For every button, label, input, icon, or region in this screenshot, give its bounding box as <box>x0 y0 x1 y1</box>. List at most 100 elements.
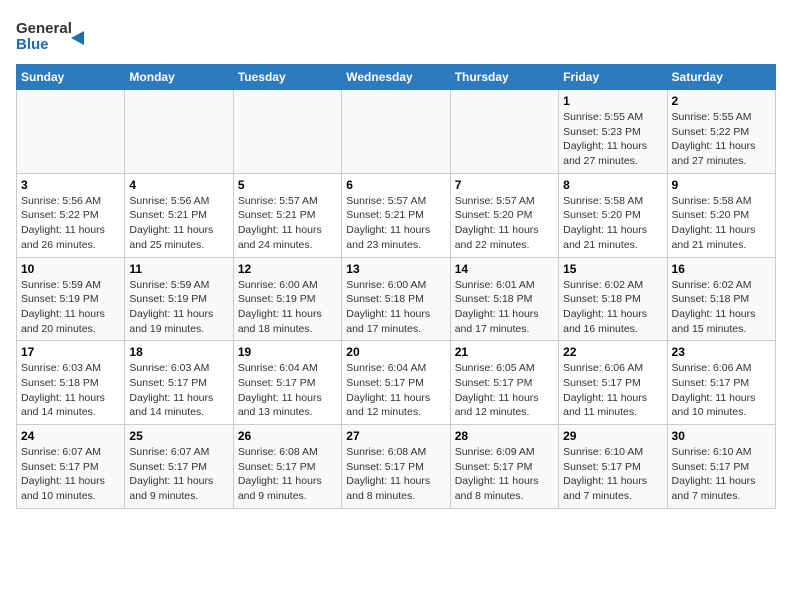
calendar-cell: 13Sunrise: 6:00 AM Sunset: 5:18 PM Dayli… <box>342 257 450 341</box>
day-info: Sunrise: 5:59 AM Sunset: 5:19 PM Dayligh… <box>129 278 228 337</box>
logo-svg: GeneralBlue <box>16 16 86 56</box>
calendar-week-row: 10 Sunrise: 5:59 AM Sunset: 5:19 PM Dayli… <box>17 257 776 341</box>
day-info: Sunrise: 6:09 AM Sunset: 5:17 PM Dayligh… <box>455 445 554 504</box>
weekday-label: Friday <box>559 65 667 90</box>
day-info: Sunrise: 6:04 AM Sunset: 5:17 PM Dayligh… <box>346 361 445 420</box>
day-info: Sunrise: 5:56 AM Sunset: 5:21 PM Dayligh… <box>129 194 228 253</box>
calendar-cell: 9 Sunrise: 5:58 AM Sunset: 5:20 PM Daylig… <box>667 173 775 257</box>
day-info: Sunrise: 6:05 AM Sunset: 5:17 PM Dayligh… <box>455 361 554 420</box>
day-info: Sunrise: 6:02 AM Sunset: 5:18 PM Dayligh… <box>563 278 662 337</box>
day-info: Sunrise: 6:07 AM Sunset: 5:17 PM Dayligh… <box>129 445 228 504</box>
day-info: Sunrise: 6:07 AM Sunset: 5:17 PM Dayligh… <box>21 445 120 504</box>
day-info: Sunrise: 6:06 AM Sunset: 5:17 PM Dayligh… <box>672 361 771 420</box>
calendar-week-row: 17Sunrise: 6:03 AM Sunset: 5:18 PM Dayli… <box>17 341 776 425</box>
calendar-cell: 28 Sunrise: 6:09 AM Sunset: 5:17 PM Dayli… <box>450 425 558 509</box>
calendar-cell: 15 Sunrise: 6:02 AM Sunset: 5:18 PM Dayli… <box>559 257 667 341</box>
day-info: Sunrise: 5:57 AM Sunset: 5:20 PM Dayligh… <box>455 194 554 253</box>
day-number: 8 <box>563 178 662 192</box>
calendar-cell <box>125 90 233 174</box>
day-number: 23 <box>672 345 771 359</box>
day-number: 22 <box>563 345 662 359</box>
calendar-cell: 20 Sunrise: 6:04 AM Sunset: 5:17 PM Dayli… <box>342 341 450 425</box>
calendar-cell: 16Sunrise: 6:02 AM Sunset: 5:18 PM Dayli… <box>667 257 775 341</box>
calendar-cell: 11 Sunrise: 5:59 AM Sunset: 5:19 PM Dayli… <box>125 257 233 341</box>
day-number: 1 <box>563 94 662 108</box>
day-info: Sunrise: 6:10 AM Sunset: 5:17 PM Dayligh… <box>672 445 771 504</box>
calendar-week-row: 3 Sunrise: 5:56 AM Sunset: 5:22 PM Daylig… <box>17 173 776 257</box>
weekday-header-row: SundayMondayTuesdayWednesdayThursdayFrid… <box>17 65 776 90</box>
day-number: 30 <box>672 429 771 443</box>
calendar-cell: 8 Sunrise: 5:58 AM Sunset: 5:20 PM Daylig… <box>559 173 667 257</box>
day-info: Sunrise: 5:59 AM Sunset: 5:19 PM Dayligh… <box>21 278 120 337</box>
day-number: 20 <box>346 345 445 359</box>
day-number: 24 <box>21 429 120 443</box>
day-number: 14 <box>455 262 554 276</box>
calendar-cell: 26 Sunrise: 6:08 AM Sunset: 5:17 PM Dayli… <box>233 425 341 509</box>
logo: GeneralBlue <box>16 16 86 56</box>
calendar-cell <box>17 90 125 174</box>
calendar-cell: 1 Sunrise: 5:55 AM Sunset: 5:23 PM Daylig… <box>559 90 667 174</box>
day-number: 12 <box>238 262 337 276</box>
day-info: Sunrise: 6:02 AM Sunset: 5:18 PM Dayligh… <box>672 278 771 337</box>
calendar-cell: 5Sunrise: 5:57 AM Sunset: 5:21 PM Daylig… <box>233 173 341 257</box>
calendar-cell: 17Sunrise: 6:03 AM Sunset: 5:18 PM Dayli… <box>17 341 125 425</box>
weekday-label: Wednesday <box>342 65 450 90</box>
day-number: 4 <box>129 178 228 192</box>
day-number: 7 <box>455 178 554 192</box>
calendar-header: SundayMondayTuesdayWednesdayThursdayFrid… <box>17 65 776 90</box>
calendar-cell: 29Sunrise: 6:10 AM Sunset: 5:17 PM Dayli… <box>559 425 667 509</box>
calendar-cell: 24 Sunrise: 6:07 AM Sunset: 5:17 PM Dayli… <box>17 425 125 509</box>
day-number: 10 <box>21 262 120 276</box>
day-number: 27 <box>346 429 445 443</box>
calendar-body: 1 Sunrise: 5:55 AM Sunset: 5:23 PM Daylig… <box>17 90 776 509</box>
day-number: 19 <box>238 345 337 359</box>
day-number: 2 <box>672 94 771 108</box>
day-info: Sunrise: 5:57 AM Sunset: 5:21 PM Dayligh… <box>346 194 445 253</box>
svg-text:General: General <box>16 20 72 37</box>
day-number: 9 <box>672 178 771 192</box>
calendar-week-row: 24 Sunrise: 6:07 AM Sunset: 5:17 PM Dayli… <box>17 425 776 509</box>
calendar-cell: 23 Sunrise: 6:06 AM Sunset: 5:17 PM Dayli… <box>667 341 775 425</box>
day-number: 28 <box>455 429 554 443</box>
calendar-cell: 6Sunrise: 5:57 AM Sunset: 5:21 PM Daylig… <box>342 173 450 257</box>
weekday-label: Monday <box>125 65 233 90</box>
svg-text:Blue: Blue <box>16 36 49 53</box>
day-info: Sunrise: 6:08 AM Sunset: 5:17 PM Dayligh… <box>346 445 445 504</box>
day-number: 15 <box>563 262 662 276</box>
page-header: GeneralBlue <box>16 16 776 56</box>
day-info: Sunrise: 5:56 AM Sunset: 5:22 PM Dayligh… <box>21 194 120 253</box>
day-info: Sunrise: 5:55 AM Sunset: 5:22 PM Dayligh… <box>672 110 771 169</box>
calendar-cell: 10 Sunrise: 5:59 AM Sunset: 5:19 PM Dayli… <box>17 257 125 341</box>
day-number: 25 <box>129 429 228 443</box>
day-info: Sunrise: 6:04 AM Sunset: 5:17 PM Dayligh… <box>238 361 337 420</box>
calendar-week-row: 1 Sunrise: 5:55 AM Sunset: 5:23 PM Daylig… <box>17 90 776 174</box>
day-number: 3 <box>21 178 120 192</box>
calendar-cell: 22Sunrise: 6:06 AM Sunset: 5:17 PM Dayli… <box>559 341 667 425</box>
calendar-cell: 14 Sunrise: 6:01 AM Sunset: 5:18 PM Dayli… <box>450 257 558 341</box>
day-number: 11 <box>129 262 228 276</box>
day-number: 18 <box>129 345 228 359</box>
weekday-label: Sunday <box>17 65 125 90</box>
day-info: Sunrise: 6:08 AM Sunset: 5:17 PM Dayligh… <box>238 445 337 504</box>
calendar-cell <box>450 90 558 174</box>
day-info: Sunrise: 5:58 AM Sunset: 5:20 PM Dayligh… <box>672 194 771 253</box>
day-info: Sunrise: 6:00 AM Sunset: 5:19 PM Dayligh… <box>238 278 337 337</box>
day-number: 21 <box>455 345 554 359</box>
calendar-cell: 12 Sunrise: 6:00 AM Sunset: 5:19 PM Dayli… <box>233 257 341 341</box>
weekday-label: Thursday <box>450 65 558 90</box>
day-info: Sunrise: 5:55 AM Sunset: 5:23 PM Dayligh… <box>563 110 662 169</box>
calendar-cell: 21 Sunrise: 6:05 AM Sunset: 5:17 PM Dayli… <box>450 341 558 425</box>
calendar-cell: 30 Sunrise: 6:10 AM Sunset: 5:17 PM Dayli… <box>667 425 775 509</box>
calendar-cell: 2 Sunrise: 5:55 AM Sunset: 5:22 PM Daylig… <box>667 90 775 174</box>
calendar-cell: 27 Sunrise: 6:08 AM Sunset: 5:17 PM Dayli… <box>342 425 450 509</box>
day-number: 26 <box>238 429 337 443</box>
calendar-cell: 18Sunrise: 6:03 AM Sunset: 5:17 PM Dayli… <box>125 341 233 425</box>
day-number: 5 <box>238 178 337 192</box>
calendar-cell: 7 Sunrise: 5:57 AM Sunset: 5:20 PM Daylig… <box>450 173 558 257</box>
calendar-table: SundayMondayTuesdayWednesdayThursdayFrid… <box>16 64 776 509</box>
day-number: 29 <box>563 429 662 443</box>
day-info: Sunrise: 6:01 AM Sunset: 5:18 PM Dayligh… <box>455 278 554 337</box>
calendar-cell: 4 Sunrise: 5:56 AM Sunset: 5:21 PM Daylig… <box>125 173 233 257</box>
day-number: 17 <box>21 345 120 359</box>
day-info: Sunrise: 5:58 AM Sunset: 5:20 PM Dayligh… <box>563 194 662 253</box>
